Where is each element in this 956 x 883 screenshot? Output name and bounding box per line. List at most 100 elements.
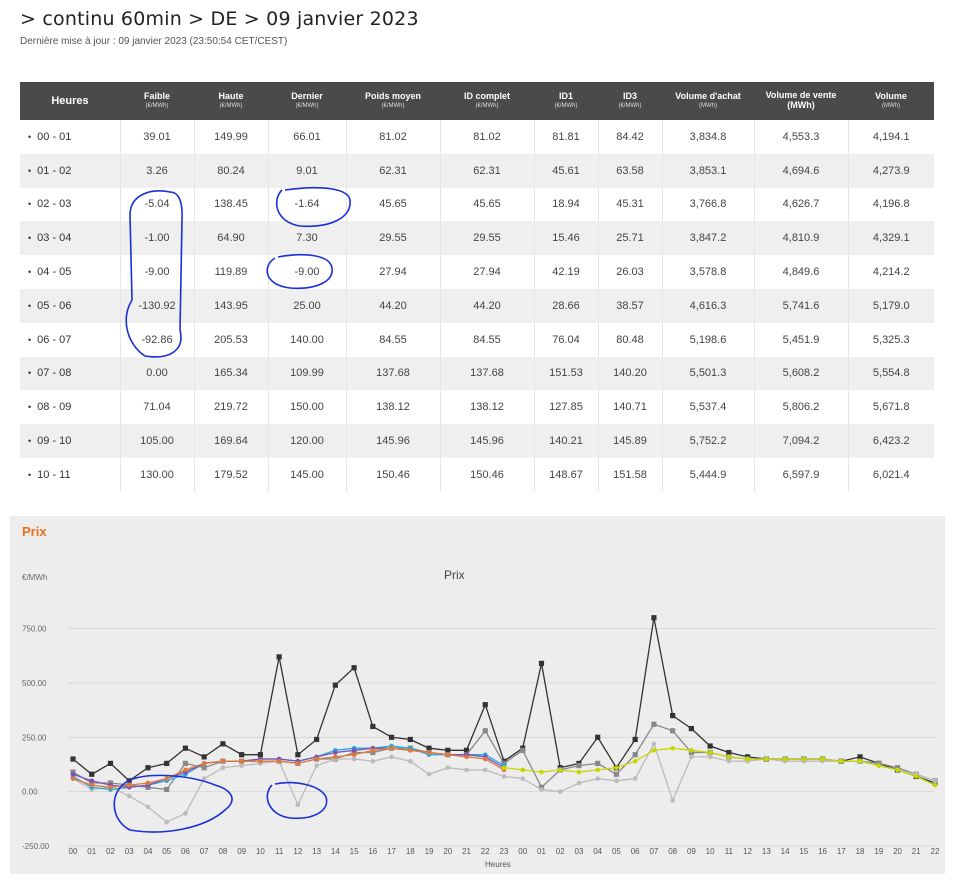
data-point bbox=[801, 756, 807, 762]
data-point bbox=[632, 758, 638, 764]
hour-cell: • 10 - 11 bbox=[20, 457, 121, 492]
data-point bbox=[820, 756, 825, 762]
hour-cell: • 00 - 01 bbox=[20, 120, 121, 154]
data-point bbox=[220, 741, 226, 747]
data-point bbox=[314, 763, 319, 768]
table-cell: 145.96 bbox=[346, 424, 441, 458]
table-row[interactable]: • 08 - 09 71.04 219.72 150.00 138.12 138.12 127… bbox=[20, 390, 934, 425]
data-point bbox=[183, 767, 188, 773]
table-row[interactable]: • 03 - 04 -1.00 64.90 7.30 29.55 29.55 15.46 25.… bbox=[20, 221, 934, 256]
table-cell: 179.52 bbox=[194, 457, 269, 492]
x-tick-label: 04 bbox=[593, 847, 602, 856]
table-cell: 149.99 bbox=[194, 120, 269, 154]
table-row[interactable]: • 01 - 02 3.26 80.24 9.01 62.31 62.31 45.61 63.5… bbox=[20, 153, 934, 188]
data-point bbox=[276, 654, 282, 660]
data-point bbox=[145, 765, 151, 771]
table-cell: 140.21 bbox=[534, 424, 599, 458]
x-tick-label: 13 bbox=[762, 847, 771, 856]
y-tick-label: 500.00 bbox=[22, 679, 47, 688]
table-cell: 143.95 bbox=[194, 288, 269, 323]
column-header-unit: (MWh) bbox=[882, 103, 900, 110]
data-point bbox=[707, 743, 713, 749]
data-point bbox=[332, 682, 338, 688]
x-tick-label: 10 bbox=[256, 847, 265, 856]
data-point bbox=[201, 754, 207, 760]
hour-label: 05 - 06 bbox=[37, 299, 72, 312]
data-point bbox=[351, 752, 357, 757]
hour-label: 01 - 02 bbox=[37, 164, 72, 177]
table-cell: 145.00 bbox=[268, 457, 347, 492]
hour-label: 03 - 04 bbox=[37, 232, 72, 245]
table-cell: 138.12 bbox=[440, 390, 535, 425]
table-cell: 62.31 bbox=[346, 153, 441, 188]
table-cell: -1.64 bbox=[268, 187, 347, 222]
table-cell: 45.65 bbox=[346, 187, 441, 222]
data-point bbox=[258, 758, 263, 764]
y-tick-label: 0.00 bbox=[22, 788, 38, 797]
data-point bbox=[651, 615, 657, 621]
data-point bbox=[707, 754, 713, 760]
data-point bbox=[689, 748, 694, 753]
data-point bbox=[651, 721, 657, 727]
table-row[interactable]: • 09 - 10 105.00 169.64 120.00 145.96 145.96 14… bbox=[20, 424, 934, 458]
table-cell: 44.20 bbox=[346, 288, 441, 323]
column-header-unit: (€/MWh) bbox=[295, 103, 319, 110]
table-cell: 5,501.3 bbox=[662, 356, 755, 391]
column-header-label: Heures bbox=[51, 94, 89, 107]
x-tick-label: 17 bbox=[837, 847, 846, 856]
table-row[interactable]: • 04 - 05 -9.00 119.89 -9.00 27.94 27.94 42.19 2… bbox=[20, 255, 934, 289]
x-tick-label: 08 bbox=[668, 847, 677, 856]
table-cell: 5,198.6 bbox=[662, 322, 755, 357]
x-tick-label: 16 bbox=[368, 847, 377, 856]
column-header: ID1 (€/MWh) bbox=[534, 82, 598, 120]
column-header-unit: (€/MWh) bbox=[475, 103, 499, 110]
table-cell: 29.55 bbox=[440, 221, 535, 256]
data-point bbox=[107, 760, 114, 766]
price-chart-panel: Prix Prix €/MWh 750.00 500.00 250.00 0.00 -2… bbox=[10, 516, 945, 874]
data-point bbox=[670, 745, 675, 751]
table-cell: 7.30 bbox=[268, 221, 347, 256]
column-header-label: Poids moyen bbox=[364, 91, 421, 102]
table-cell: -130.92 bbox=[120, 288, 195, 323]
column-header: Faible (€/MWh) bbox=[120, 82, 194, 120]
table-cell: 3,834.8 bbox=[662, 120, 755, 154]
table-cell: 25.00 bbox=[268, 288, 347, 323]
table-cell: 5,444.9 bbox=[662, 457, 755, 492]
data-point bbox=[295, 752, 301, 758]
data-point bbox=[239, 752, 245, 758]
data-point bbox=[370, 723, 376, 730]
data-point bbox=[538, 660, 545, 666]
column-header: Volume d'achat (MWh) bbox=[662, 82, 754, 120]
data-point bbox=[314, 736, 320, 743]
data-point bbox=[689, 754, 694, 760]
column-header-unit: (€/MWh) bbox=[618, 103, 642, 110]
table-row[interactable]: • 06 - 07 -92.86 205.53 140.00 84.55 84.55 76.0… bbox=[20, 322, 934, 357]
table-row[interactable]: • 00 - 01 39.01 149.99 66.01 81.02 81.02 81.81 8… bbox=[20, 120, 934, 154]
data-point bbox=[445, 765, 451, 771]
hour-label: 00 - 01 bbox=[37, 130, 72, 143]
table-cell: 25.71 bbox=[598, 221, 663, 256]
x-tick-label: 20 bbox=[443, 847, 452, 856]
table-cell: 39.01 bbox=[120, 120, 195, 154]
table-row[interactable]: • 05 - 06 -130.92 143.95 25.00 44.20 44.20 28.6… bbox=[20, 288, 934, 323]
table-cell: 4,694.6 bbox=[754, 153, 849, 188]
hour-label: 09 - 10 bbox=[37, 435, 72, 448]
x-tick-label: 12 bbox=[293, 847, 302, 856]
x-tick-label: 18 bbox=[406, 847, 415, 856]
table-cell: 81.81 bbox=[534, 120, 599, 154]
hour-label: 02 - 03 bbox=[37, 198, 72, 211]
data-point bbox=[201, 776, 207, 781]
table-row[interactable]: • 10 - 11 130.00 179.52 145.00 150.46 150.46 14… bbox=[20, 457, 934, 492]
table-cell: 27.94 bbox=[440, 255, 535, 289]
data-point bbox=[632, 752, 638, 758]
data-point bbox=[164, 786, 170, 793]
table-cell: 80.24 bbox=[194, 153, 269, 188]
table-cell: -5.04 bbox=[120, 187, 195, 222]
table-cell: 5,537.4 bbox=[662, 390, 755, 425]
hour-label: 07 - 08 bbox=[37, 367, 72, 380]
data-point bbox=[482, 767, 488, 773]
x-tick-label: 17 bbox=[387, 847, 396, 856]
table-row[interactable]: • 02 - 03 -5.04 138.45 -1.64 45.65 45.65 18.94 4… bbox=[20, 187, 934, 222]
table-row[interactable]: • 07 - 08 0.00 165.34 109.99 137.68 137.68 151.… bbox=[20, 356, 934, 391]
x-tick-label: 21 bbox=[912, 847, 921, 856]
